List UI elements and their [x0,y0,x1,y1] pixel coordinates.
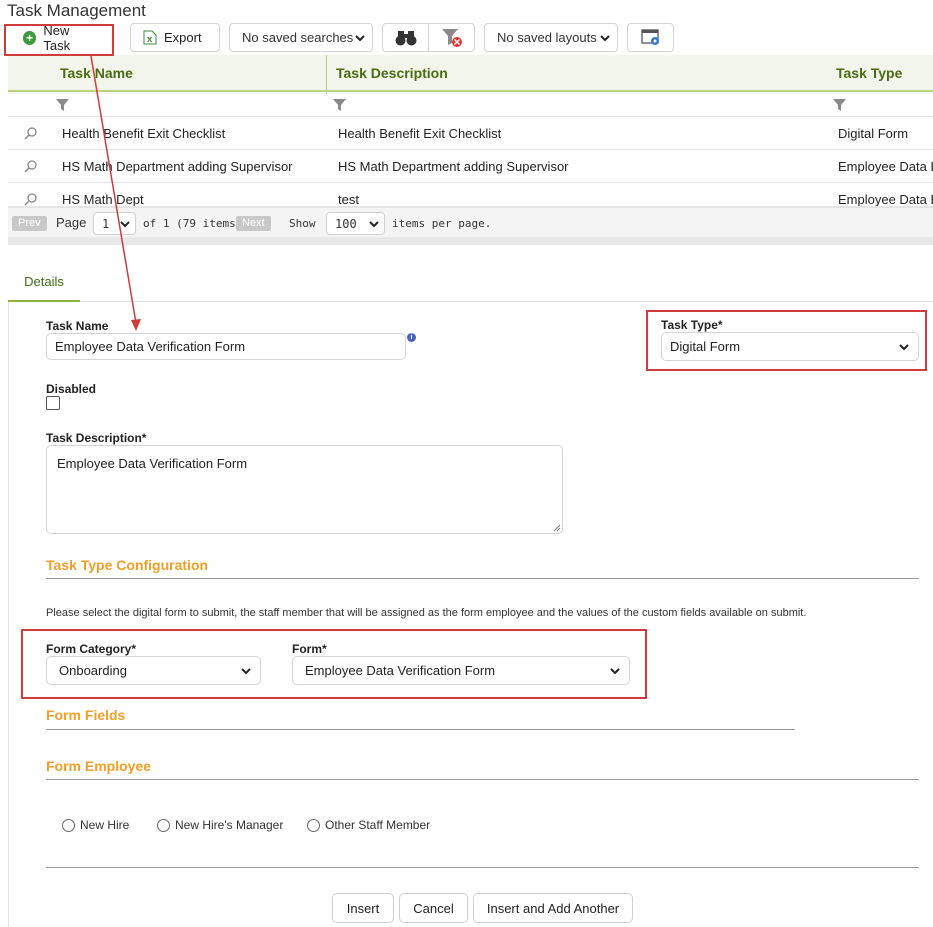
page-number-value: 1 [102,216,110,231]
radio-label: New Hire's Manager [175,818,284,832]
radio-label: Other Staff Member [325,818,431,832]
export-label: Export [164,30,202,45]
task-description-textarea[interactable]: Employee Data Verification Form [46,445,563,534]
export-button[interactable]: X Export [130,23,220,52]
saved-layouts-value: No saved layouts [497,30,597,45]
chevron-down-icon [120,220,130,227]
next-page-button[interactable]: Next [236,216,271,231]
panel-border [8,302,9,927]
layout-settings-button[interactable] [627,23,674,52]
task-name-value: Employee Data Verification Form [55,339,246,354]
page-count-text: of 1 (79 items) [143,217,243,230]
table-row[interactable]: HS Math Department adding Supervisor HS … [8,150,933,183]
task-description-value: Employee Data Verification Form [57,456,248,471]
chevron-down-icon [355,34,365,41]
filter-row [8,94,933,117]
column-filter-icon[interactable] [833,99,846,111]
annotation-box [21,629,647,699]
view-details-icon[interactable] [24,159,38,173]
radio-other-staff-member[interactable]: Other Staff Member [307,818,430,832]
radio-circle [307,818,320,832]
info-icon[interactable]: i [407,333,416,342]
task-name-label: Task Name [46,319,109,333]
cell-task-type: Employee Data E [838,192,933,207]
disabled-checkbox[interactable] [46,396,60,410]
column-filter-icon[interactable] [333,99,346,111]
insert-button[interactable]: Insert [332,893,394,923]
view-details-icon[interactable] [24,192,38,206]
radio-circle [62,818,75,832]
chevron-down-icon [600,34,610,41]
page-size-value: 100 [335,216,357,231]
form-employee-section-title: Form Employee [46,758,152,774]
page-number-select[interactable]: 1 [93,212,136,235]
config-note: Please select the digital form to submit… [46,607,807,619]
cell-task-description: test [338,192,359,207]
pager: Prev Page 1 of 1 (79 items) Next Show 10… [8,207,933,237]
table-row[interactable]: HS Math Dept test Employee Data E [8,183,933,207]
task-description-label: Task Description* [46,431,147,445]
insert-and-add-another-button[interactable]: Insert and Add Another [473,893,633,923]
resize-handle-icon[interactable] [553,524,561,532]
show-label: Show [289,217,316,230]
annotation-box [4,24,114,56]
svg-text:X: X [147,36,153,44]
tab-details[interactable]: Details [8,264,80,302]
grid-header: Task Name Task Description Task Type [8,55,933,92]
saved-searches-value: No saved searches [242,30,354,45]
column-header-task-description[interactable]: Task Description [336,65,448,81]
page-label: Page [56,215,87,230]
cancel-button[interactable]: Cancel [399,893,468,923]
config-section-title: Task Type Configuration [46,557,209,573]
cell-task-name: Health Benefit Exit Checklist [62,126,226,141]
cell-task-description: Health Benefit Exit Checklist [338,126,502,141]
cell-task-name: HS Math Department adding Supervisor [62,159,293,174]
prev-page-button[interactable]: Prev [12,216,47,231]
clear-filter-button[interactable] [428,23,475,52]
chevron-down-icon [369,220,379,227]
column-header-task-name[interactable]: Task Name [60,65,133,81]
grid-scrollbar[interactable] [8,237,933,245]
task-name-input[interactable]: Employee Data Verification Form [46,333,406,360]
radio-label: New Hire [80,818,130,832]
binoculars-icon [395,30,416,45]
cell-task-name: HS Math Dept [62,192,144,207]
section-divider [46,729,795,730]
section-divider [46,779,919,780]
disabled-label: Disabled [46,382,97,396]
search-button[interactable] [382,23,429,52]
saved-layouts-select[interactable]: No saved layouts [484,23,618,52]
page-size-select[interactable]: 100 [326,212,385,235]
column-header-task-type[interactable]: Task Type [836,65,902,81]
saved-searches-select[interactable]: No saved searches [229,23,373,52]
items-per-page-label: items per page. [392,217,492,230]
cell-task-description: HS Math Department adding Supervisor [338,159,569,174]
section-divider [46,867,919,868]
radio-new-hires-manager[interactable]: New Hire's Manager [157,818,283,832]
column-filter-icon[interactable] [56,99,69,111]
details-tabbar: Details [8,264,933,302]
excel-file-icon: X [143,30,157,45]
annotation-box [646,310,927,371]
form-fields-section-title: Form Fields [46,707,126,723]
filter-clear-icon [441,28,462,47]
cell-task-type: Digital Form [838,126,909,141]
layout-settings-icon [640,29,659,45]
radio-circle [157,818,170,832]
cell-task-type: Employee Data E [838,159,933,174]
table-row[interactable]: Health Benefit Exit Checklist Health Ben… [8,117,933,150]
radio-new-hire[interactable]: New Hire [62,818,129,832]
section-divider [46,578,919,579]
task-grid: Task Name Task Description Task Type Hea… [8,55,933,245]
view-details-icon[interactable] [24,126,38,140]
page-title: Task Management [7,1,146,20]
